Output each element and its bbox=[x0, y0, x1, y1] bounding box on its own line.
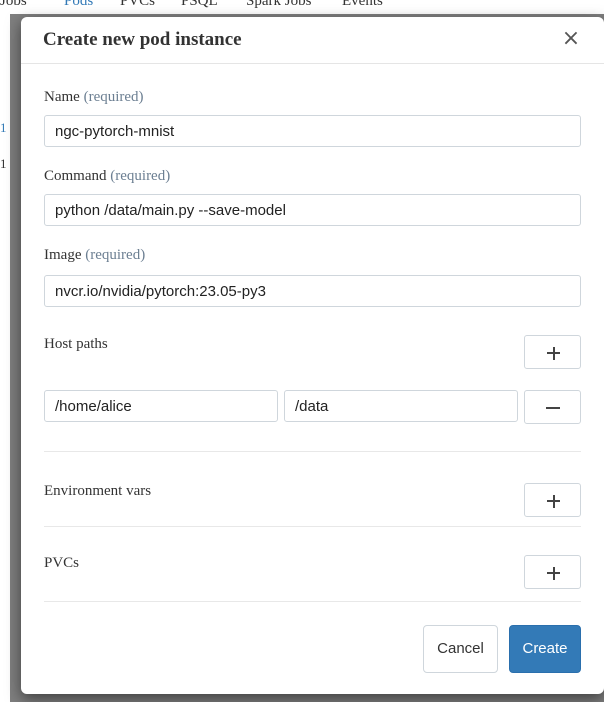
divider bbox=[44, 451, 581, 452]
divider bbox=[44, 601, 581, 602]
bg-side-marker: 1 bbox=[0, 120, 7, 135]
plus-icon bbox=[525, 556, 580, 588]
bg-nav-events: Events bbox=[342, 0, 383, 9]
cancel-button[interactable]: Cancel bbox=[423, 625, 498, 673]
add-env-var-button[interactable] bbox=[524, 483, 581, 517]
required-hint: (required) bbox=[83, 89, 144, 105]
bg-nav-psql: PSQL bbox=[181, 0, 218, 9]
command-label-text: Command bbox=[44, 168, 107, 184]
required-hint: (required) bbox=[85, 247, 146, 263]
host-paths-label: Host paths bbox=[44, 336, 108, 352]
plus-icon bbox=[525, 484, 580, 516]
bg-nav-pvcs: PVCs bbox=[120, 0, 156, 9]
bg-nav-spark-jobs: Spark Jobs bbox=[246, 0, 312, 9]
bg-side-marker: 1 bbox=[0, 156, 7, 171]
divider bbox=[44, 526, 581, 527]
image-label-text: Image bbox=[44, 247, 82, 263]
name-input[interactable] bbox=[44, 115, 581, 147]
plus-icon bbox=[525, 336, 580, 368]
create-button[interactable]: Create bbox=[509, 625, 581, 673]
name-label: Name (required) bbox=[44, 89, 144, 106]
required-hint: (required) bbox=[110, 168, 171, 184]
create-pod-modal: Create new pod instance × Name (required… bbox=[21, 17, 604, 694]
env-vars-label: Environment vars bbox=[44, 483, 152, 499]
close-icon[interactable]: × bbox=[561, 25, 581, 53]
host-path-input[interactable] bbox=[44, 390, 278, 422]
add-host-path-button[interactable] bbox=[524, 335, 581, 369]
command-label: Command (required) bbox=[44, 168, 170, 185]
name-label-text: Name bbox=[44, 89, 80, 105]
image-input[interactable] bbox=[44, 275, 581, 307]
remove-host-path-button[interactable] bbox=[524, 390, 581, 424]
container-path-input[interactable] bbox=[284, 390, 518, 422]
command-input[interactable] bbox=[44, 194, 581, 226]
image-label: Image (required) bbox=[44, 247, 145, 264]
modal-header: Create new pod instance × bbox=[21, 17, 604, 64]
bg-nav-jobs: Jobs bbox=[0, 0, 27, 9]
add-pvc-button[interactable] bbox=[524, 555, 581, 589]
bg-nav-pods: Pods bbox=[64, 0, 94, 9]
modal-title: Create new pod instance bbox=[43, 29, 242, 50]
minus-icon bbox=[525, 391, 580, 423]
pvcs-label: PVCs bbox=[44, 555, 80, 571]
